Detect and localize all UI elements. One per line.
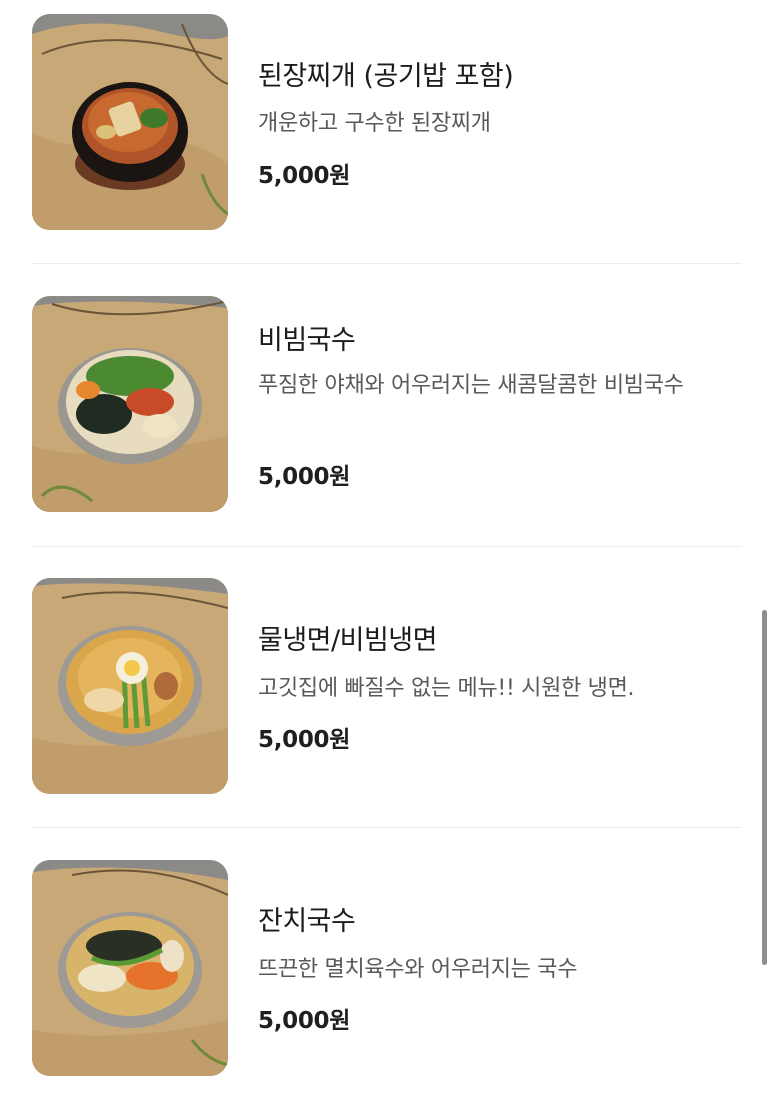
divider [32, 546, 742, 547]
menu-item-description: 푸짐한 야채와 어우러지는 새콤달콤한 비빔국수 [258, 373, 684, 398]
bibim-guksu-photo[interactable] [32, 296, 228, 512]
scrollbar[interactable] [762, 610, 767, 965]
doenjang-jjigae-photo[interactable] [32, 14, 228, 230]
menu-item-price: 5,000원 [258, 727, 351, 753]
naengmyeon-photo[interactable] [32, 578, 228, 794]
menu-item-name: 된장찌개 (공기밥 포함) [258, 61, 514, 92]
menu-item-description: 고깃집에 빠질수 없는 메뉴!! 시원한 냉면. [258, 676, 635, 701]
divider [32, 263, 742, 264]
menu-item-description: 개운하고 구수한 된장찌개 [258, 111, 491, 136]
divider [32, 827, 742, 828]
menu-list: 된장찌개 (공기밥 포함) 개운하고 구수한 된장찌개 5,000원 비빔국수 [0, 0, 773, 1093]
menu-item-price: 5,000원 [258, 1008, 351, 1034]
janchi-guksu-photo[interactable] [32, 860, 228, 1076]
menu-item-name: 비빔국수 [258, 325, 356, 356]
menu-item-price: 5,000원 [258, 464, 351, 490]
menu-item-description: 뜨끈한 멸치육수와 어우러지는 국수 [258, 957, 578, 982]
menu-item-name: 잔치국수 [258, 906, 356, 937]
menu-item-name: 물냉면/비빔냉면 [258, 625, 437, 656]
menu-item-price: 5,000원 [258, 163, 351, 189]
